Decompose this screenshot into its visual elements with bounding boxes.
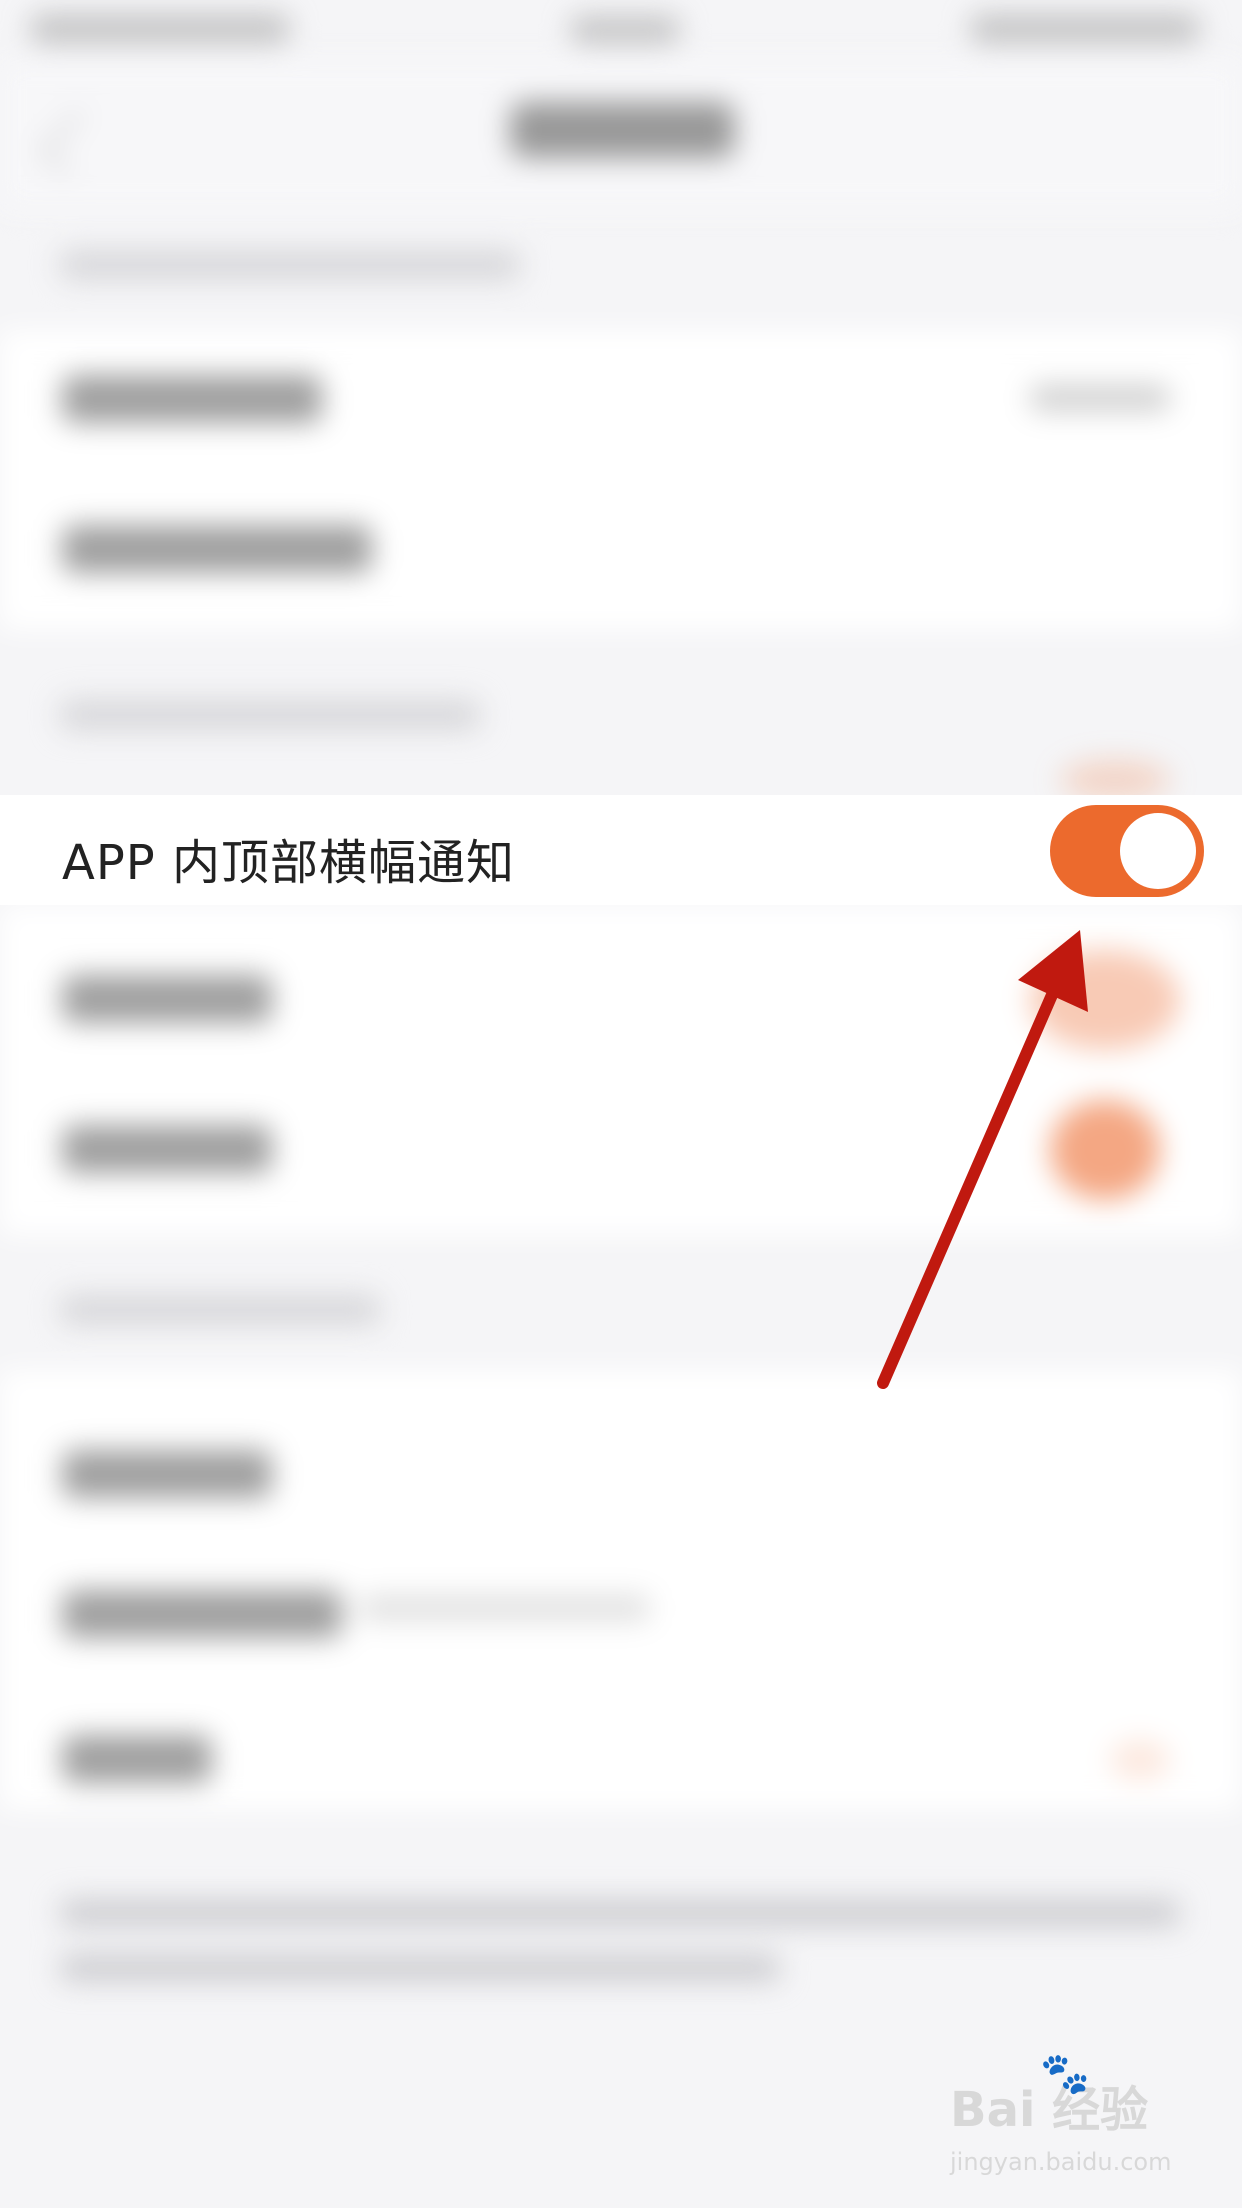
paw-icon: 🐾	[1040, 2051, 1090, 2097]
watermark: Bai 经验 🐾 jingyan.baidu.com	[950, 2051, 1180, 2190]
arrow-shaft	[877, 959, 1071, 1389]
watermark-url: jingyan.baidu.com	[950, 2148, 1172, 2176]
annotation-arrow	[877, 930, 1088, 1389]
